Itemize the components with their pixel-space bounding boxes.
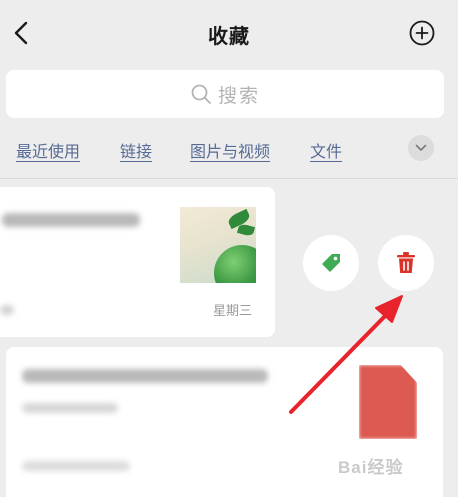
favorite-item[interactable]: 星期三 xyxy=(0,187,275,337)
search-input[interactable]: 搜索 xyxy=(6,70,444,118)
expand-filters-button[interactable] xyxy=(408,135,434,161)
search-icon xyxy=(191,84,211,104)
divider xyxy=(0,178,458,179)
filter-links[interactable]: 链接 xyxy=(120,138,152,162)
item-date: 星期三 xyxy=(213,303,253,318)
delete-button[interactable] xyxy=(378,235,434,291)
search-placeholder: 搜索 xyxy=(217,84,260,107)
plus-circle-icon xyxy=(409,20,435,46)
navigation-bar: 收藏 xyxy=(0,0,458,64)
item-thumbnail xyxy=(180,207,256,283)
filter-files[interactable]: 文件 xyxy=(310,138,342,162)
add-favorite-button[interactable] xyxy=(408,19,436,47)
watermark: Bai经验 xyxy=(338,458,404,477)
blurred-title xyxy=(2,213,140,227)
pdf-file-icon xyxy=(359,365,417,439)
blurred-title xyxy=(22,369,268,383)
blurred-source xyxy=(22,461,130,471)
page-title: 收藏 xyxy=(208,24,250,48)
category-filter-bar: 最近使用 链接 图片与视频 文件 xyxy=(0,132,458,166)
filter-recent[interactable]: 最近使用 xyxy=(16,138,80,162)
blurred-source xyxy=(0,305,14,315)
trash-icon xyxy=(397,252,415,273)
blurred-subtitle xyxy=(22,403,118,413)
chevron-down-icon xyxy=(415,144,427,151)
filter-images-videos[interactable]: 图片与视频 xyxy=(190,138,270,162)
tag-icon xyxy=(322,254,340,272)
tag-button[interactable] xyxy=(303,235,359,291)
